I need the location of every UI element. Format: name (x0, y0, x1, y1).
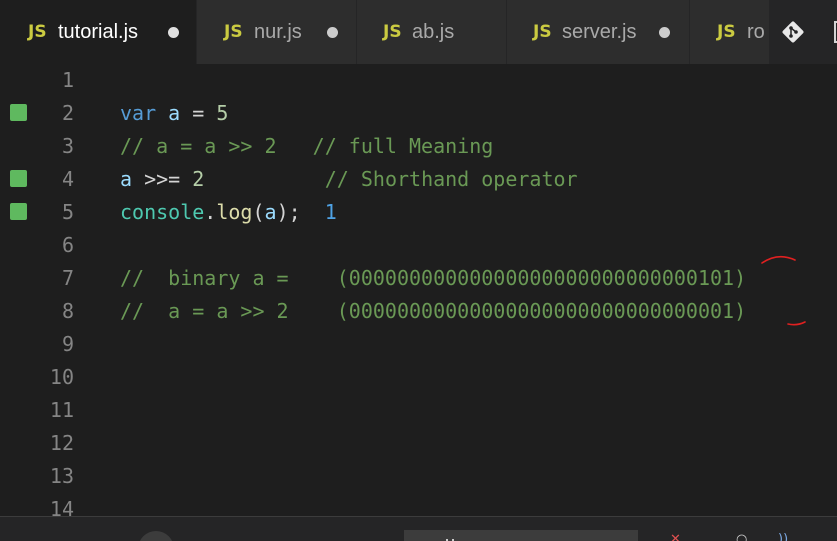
code-text: console.log(a); 1 (120, 200, 337, 224)
operator: >>= (132, 167, 193, 191)
operator: = (180, 101, 217, 125)
tab-tutorial-js[interactable]: JS tutorial.js (0, 0, 197, 64)
tab-ab-js[interactable]: JS ab.js (357, 0, 507, 64)
code-line-2: 2 var a = 5 (0, 97, 837, 130)
keyword: var (120, 101, 157, 125)
js-file-icon: JS (224, 22, 243, 42)
number-literal: 5 (216, 101, 229, 125)
added-line-marker[interactable] (10, 203, 27, 220)
tab-label: ab.js (412, 21, 455, 43)
line-number: 11 (49, 398, 74, 422)
function-name: log (216, 200, 253, 224)
line-number: 2 (61, 101, 74, 125)
tab-bar: JS tutorial.js JS nur.js JS ab.js JS ser… (0, 0, 837, 64)
code-line-8: 8 // a = a >> 2 (00000000000000000000000… (0, 295, 837, 328)
punctuation: ); (276, 200, 301, 224)
added-line-marker[interactable] (10, 170, 27, 187)
unsaved-dot-icon[interactable] (168, 27, 179, 38)
code-line-3: 3 // a = a >> 2 // full Meaning (0, 130, 837, 163)
code-line-4: 4 a >>= 2 // Shorthand operator (0, 163, 837, 196)
line-number: 5 (61, 200, 74, 224)
bottom-panel-strip: ✕ ○ )) (0, 516, 837, 541)
split-editor-button[interactable] (816, 0, 837, 64)
punctuation: . (204, 200, 217, 224)
code-line-14: 14 (0, 493, 837, 516)
code-line-13: 13 (0, 460, 837, 493)
code-line-12: 12 (0, 427, 837, 460)
object: console (120, 200, 205, 224)
punctuation: ( (252, 200, 265, 224)
code-editor[interactable]: 1 2 var a = 5 3 // a = a >> 2 // full Me… (0, 64, 837, 516)
tab-label: tutorial.js (58, 21, 139, 43)
line-number: 6 (61, 233, 74, 257)
added-line-marker[interactable] (10, 104, 27, 121)
line-number: 10 (49, 365, 74, 389)
line-number: 4 (61, 167, 74, 191)
code-line-6: 6 (0, 229, 837, 262)
tab-label: ro (747, 21, 765, 43)
unsaved-dot-icon[interactable] (327, 27, 338, 38)
code-line-10: 10 (0, 361, 837, 394)
unsaved-dot-icon[interactable] (659, 27, 670, 38)
git-button[interactable] (770, 0, 816, 64)
broadcast-icon[interactable]: )) (778, 532, 788, 541)
js-file-icon: JS (383, 22, 402, 42)
close-panel-icon[interactable]: ✕ (670, 532, 681, 541)
avatar[interactable] (138, 531, 174, 541)
tab-server-js[interactable]: JS server.js (507, 0, 690, 64)
code-line-7: 7 // binary a = (00000000000000000000000… (0, 262, 837, 295)
comment: // Shorthand operator (324, 167, 578, 191)
number-literal: 2 (192, 167, 205, 191)
code-line-11: 11 (0, 394, 837, 427)
panel-input-box[interactable] (404, 530, 638, 541)
comment: // binary a = (0000000000000000000000000… (120, 266, 747, 290)
variable: a (120, 167, 133, 191)
code-line-1: 1 (0, 64, 837, 97)
comment: // a = a >> 2 (0000000000000000000000000… (120, 299, 747, 323)
tab-label: server.js (562, 21, 637, 43)
js-file-icon: JS (717, 22, 736, 42)
tab-nur-js[interactable]: JS nur.js (197, 0, 357, 64)
tab-ro-js[interactable]: JS ro (690, 0, 770, 64)
line-number: 7 (61, 266, 74, 290)
line-number: 3 (61, 134, 74, 158)
inline-result: 1 (324, 200, 337, 224)
code-line-5: 5 console.log(a); 1 (0, 196, 837, 229)
git-icon (782, 21, 804, 43)
js-file-icon: JS (28, 22, 47, 42)
line-number: 8 (61, 299, 74, 323)
tab-label: nur.js (254, 21, 302, 43)
variable: a (168, 101, 181, 125)
search-icon[interactable]: ○ (736, 532, 747, 541)
code-line-9: 9 (0, 328, 837, 361)
line-number: 1 (61, 68, 74, 92)
line-number: 9 (61, 332, 74, 356)
js-file-icon: JS (533, 22, 552, 42)
line-number: 12 (49, 431, 74, 455)
line-number: 14 (49, 497, 74, 516)
code-text: var a = 5 (120, 101, 228, 125)
comment: // a = a >> 2 // full Meaning (120, 134, 494, 158)
line-number: 13 (49, 464, 74, 488)
code-text: a >>= 2 // Shorthand operator (120, 167, 578, 191)
variable: a (264, 200, 277, 224)
